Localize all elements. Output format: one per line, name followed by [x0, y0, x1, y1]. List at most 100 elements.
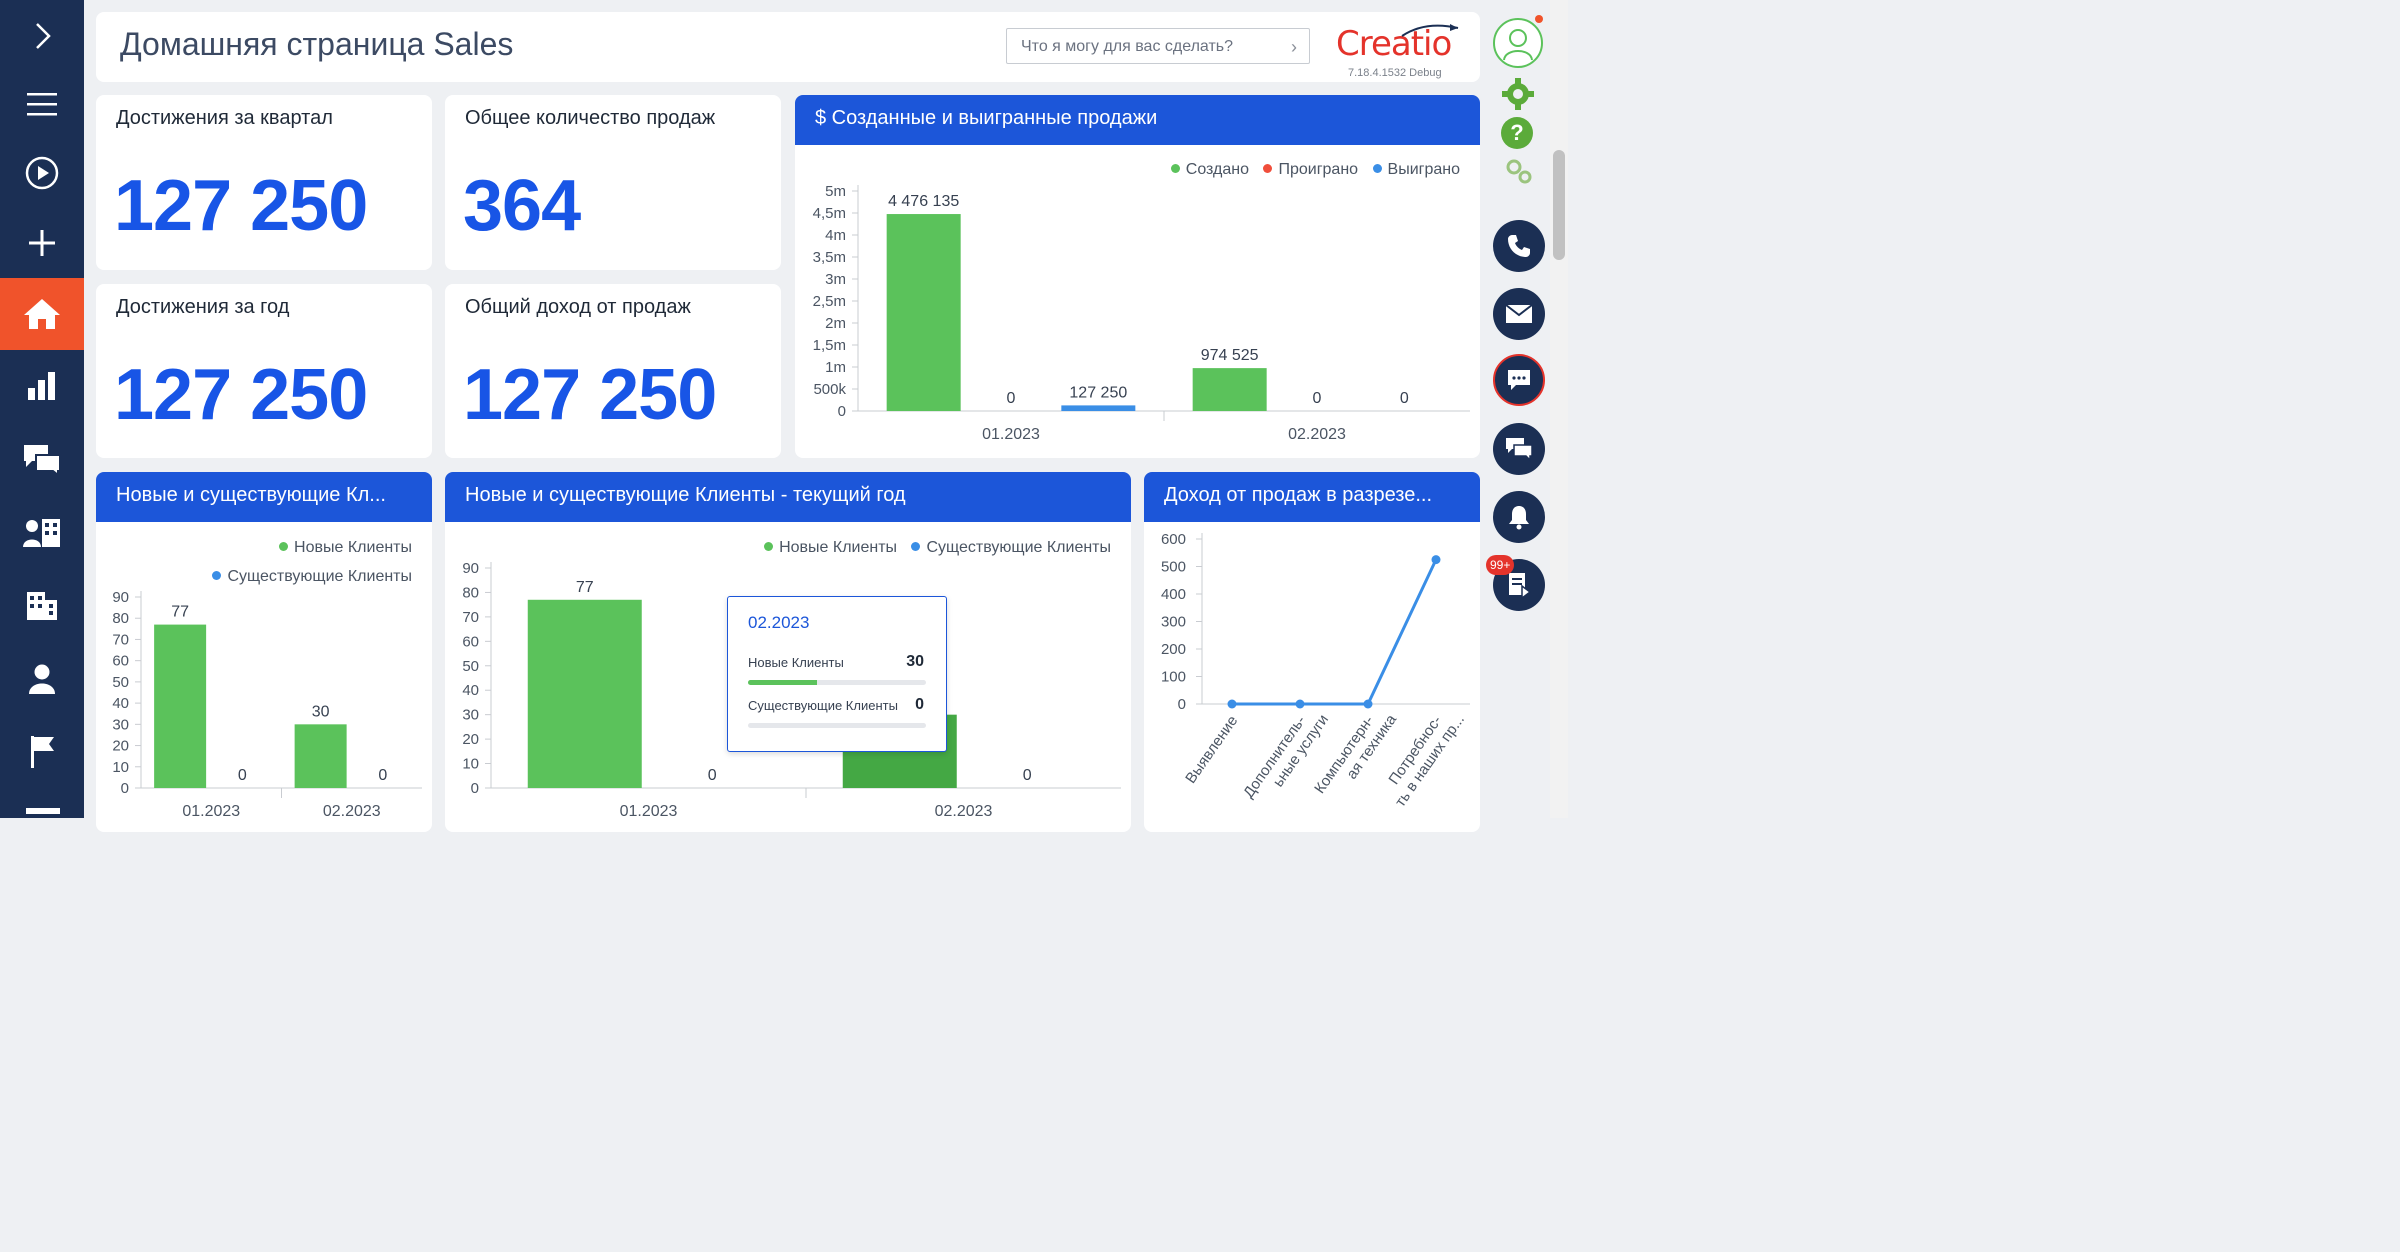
new-existing-clients-panel: Новые и существующие Кл... Новые Клиенты… [96, 472, 432, 832]
metric-label: Достижения за год [116, 296, 290, 318]
y-tick-label: 30 [462, 707, 479, 724]
y-tick-label: 40 [462, 682, 479, 699]
menu-icon[interactable] [0, 68, 84, 140]
y-tick-label: 0 [471, 780, 479, 797]
y-tick-label: 10 [462, 756, 479, 773]
profile-avatar[interactable] [1493, 18, 1543, 68]
revenue-line-chart[interactable]: 0 100 200 300 400 500 600 ВыявлениеДополнитель-… [1144, 472, 1480, 832]
y-tick-label: 70 [462, 609, 479, 626]
x-tick-label: Выявление [1182, 713, 1241, 787]
x-tick-label: 01.2023 [982, 426, 1040, 443]
user-icon[interactable] [0, 643, 84, 715]
tooltip-row-label: Существующие Клиенты [748, 698, 898, 713]
data-label: 0 [1313, 390, 1322, 407]
y-tick-label: 90 [462, 560, 479, 577]
y-tick-label: 600 [1161, 531, 1186, 548]
help-icon[interactable]: ? [1501, 117, 1533, 149]
contacts-icon[interactable] [0, 497, 84, 569]
created-won-sales-panel: $ Созданные и выигранные продажи Создано… [795, 95, 1480, 458]
feed-icon[interactable] [0, 423, 84, 495]
more-icon[interactable] [26, 808, 60, 814]
metric-value: 127 250 [463, 355, 717, 435]
y-tick-label: 3,5m [813, 249, 846, 266]
created-won-bar-chart[interactable]: 0 500k 1m 1,5m 2m 2,5m 3m 3,5m 4m 4,5m 5m 01.2023 4 … [795, 95, 1480, 458]
y-tick-label: 0 [838, 403, 846, 420]
data-label: 0 [238, 767, 247, 784]
series-line [1232, 558, 1438, 706]
tooltip-row-label: Новые Клиенты [748, 655, 844, 670]
analytics-icon[interactable] [0, 350, 84, 422]
tooltip-title: 02.2023 [748, 613, 810, 632]
y-tick-label: 20 [112, 738, 129, 755]
tasks-badge: 99+ [1486, 555, 1515, 575]
command-search-input[interactable]: Что я могу для вас сделать? › [1006, 28, 1310, 64]
version-label: 7.18.4.1532 Debug [1348, 67, 1442, 79]
scrollbar-thumb[interactable] [1553, 150, 1565, 260]
x-tick-label: 01.2023 [620, 803, 678, 820]
y-tick-label: 4,5m [813, 205, 846, 222]
data-point [1295, 699, 1305, 709]
notification-dot [1535, 15, 1543, 23]
page-title: Домашняя страница Sales [120, 26, 514, 62]
data-label: 0 [378, 767, 387, 784]
y-tick-label: 50 [112, 674, 129, 691]
left-navigation [0, 0, 84, 818]
home-icon[interactable] [0, 278, 84, 350]
metric-card-total-sales: Общее количество продаж 364 [445, 95, 781, 270]
y-tick-label: 300 [1161, 614, 1186, 631]
y-tick-label: 90 [112, 589, 129, 606]
y-tick-label: 80 [112, 610, 129, 627]
flag-icon[interactable] [0, 716, 84, 788]
data-point [1363, 699, 1373, 709]
metric-value: 127 250 [114, 355, 368, 435]
y-tick-label: 10 [112, 759, 129, 776]
accounts-icon[interactable] [0, 570, 84, 642]
add-icon[interactable] [0, 207, 84, 279]
page-header: Домашняя страница Sales Что я могу для в… [96, 12, 1480, 82]
chevron-right-icon[interactable]: › [1291, 37, 1297, 58]
feed-icon[interactable] [1493, 423, 1545, 475]
metric-card-quarter: Достижения за квартал 127 250 [96, 95, 432, 270]
data-label: 77 [171, 604, 189, 621]
settings-icon[interactable] [1504, 157, 1534, 185]
metric-card-year: Достижения за год 127 250 [96, 284, 432, 458]
play-icon[interactable] [0, 137, 84, 209]
y-tick-label: 100 [1161, 669, 1186, 686]
logo-swoosh-icon [1401, 24, 1459, 37]
y-tick-label: 2m [825, 315, 846, 332]
y-tick-label: 70 [112, 631, 129, 648]
data-label: 974 525 [1201, 347, 1259, 364]
new-existing-bar-chart[interactable]: 0 10 20 30 40 50 60 70 80 90 01.2023 77 0 02.2023 30 0 [96, 472, 432, 832]
x-tick-label: 02.2023 [323, 803, 381, 820]
tooltip-progress-fill [748, 680, 818, 685]
y-tick-label: 5m [825, 183, 846, 200]
data-label: 30 [312, 703, 330, 720]
y-tick-label: 30 [112, 716, 129, 733]
y-tick-label: 1m [825, 359, 846, 376]
tooltip-row-value: 0 [915, 696, 924, 713]
y-tick-label: 2,5m [813, 293, 846, 310]
data-label: 0 [708, 767, 717, 784]
data-point [1431, 555, 1441, 565]
email-icon[interactable] [1493, 288, 1545, 340]
y-tick-label: 0 [121, 780, 129, 797]
tooltip-row-value: 30 [906, 653, 924, 670]
y-tick-label: 0 [1178, 696, 1186, 713]
data-label: 77 [576, 579, 594, 596]
tooltip-progress-bar [748, 680, 926, 685]
metric-value: 127 250 [114, 166, 368, 246]
gear-icon[interactable] [1501, 77, 1535, 111]
expand-icon[interactable] [0, 0, 84, 72]
x-tick-label: 02.2023 [935, 803, 993, 820]
x-tick-label: 01.2023 [182, 803, 240, 820]
metric-label: Общее количество продаж [465, 107, 716, 129]
data-label: 0 [1400, 390, 1409, 407]
y-tick-label: 60 [462, 633, 479, 650]
chart-tooltip: 02.2023 Новые Клиенты 30 Существующие Кл… [727, 596, 947, 752]
y-tick-label: 500 [1161, 559, 1186, 576]
chat-icon[interactable] [1493, 354, 1545, 406]
phone-icon[interactable] [1493, 220, 1545, 272]
notification-bell-icon[interactable] [1493, 491, 1545, 543]
metric-value: 364 [463, 166, 581, 246]
scrollbar[interactable] [1550, 0, 1568, 818]
